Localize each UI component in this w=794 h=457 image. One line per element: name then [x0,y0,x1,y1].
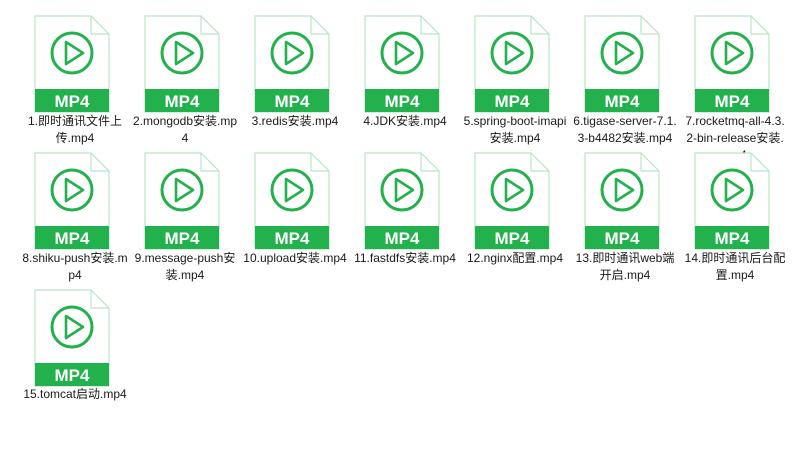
file-item[interactable]: MP4 11.fastdfs安装.mp4 [350,142,460,279]
file-type-label: MP4 [275,229,311,248]
file-item[interactable]: MP4 14.即时通讯后台配置.mp4 [680,142,790,282]
file-item[interactable]: MP4 1.即时通讯文件上传.mp4 [20,5,130,145]
mp4-video-file-icon: MP4 [364,15,440,113]
file-grid: MP4 1.即时通讯文件上传.mp4 MP4 2.mongodb安装.mp4 M… [20,5,790,416]
mp4-video-file-icon: MP4 [474,152,550,250]
file-type-label: MP4 [275,92,311,111]
file-item[interactable]: MP4 7.rocketmq-all-4.3.2-bin-release安装.m… [680,5,790,162]
file-item[interactable]: MP4 15.tomcat启动.mp4 [20,279,130,416]
mp4-video-file-icon: MP4 [584,15,660,113]
mp4-video-file-icon: MP4 [694,152,770,250]
file-type-label: MP4 [715,92,751,111]
file-type-label: MP4 [165,229,201,248]
file-name: 4.JDK安装.mp4 [363,114,447,128]
file-type-label: MP4 [715,229,751,248]
mp4-video-file-icon: MP4 [34,289,110,387]
file-name: 12.nginx配置.mp4 [466,251,564,265]
file-type-label: MP4 [385,229,421,248]
file-item[interactable]: MP4 6.tigase-server-7.1.3-b4482安装.mp4 [570,5,680,145]
file-type-label: MP4 [495,92,531,111]
mp4-video-file-icon: MP4 [34,15,110,113]
file-type-label: MP4 [165,92,201,111]
mp4-video-file-icon: MP4 [254,15,330,113]
mp4-video-file-icon: MP4 [364,152,440,250]
file-item[interactable]: MP4 10.upload安装.mp4 [240,142,350,279]
file-item[interactable]: MP4 4.JDK安装.mp4 [350,5,460,142]
file-item[interactable]: MP4 3.redis安装.mp4 [240,5,350,142]
file-item[interactable]: MP4 9.message-push安装.mp4 [130,142,240,282]
file-type-label: MP4 [495,229,531,248]
mp4-video-file-icon: MP4 [694,15,770,113]
file-item[interactable]: MP4 13.即时通讯web端开启.mp4 [570,142,680,282]
file-item[interactable]: MP4 8.shiku-push安装.mp4 [20,142,130,282]
file-type-label: MP4 [55,229,91,248]
file-name: 14.即时通讯后台配置.mp4 [684,251,786,282]
mp4-video-file-icon: MP4 [144,152,220,250]
file-name: 15.tomcat启动.mp4 [23,387,127,401]
mp4-video-file-icon: MP4 [144,15,220,113]
file-item[interactable]: MP4 2.mongodb安装.mp4 [130,5,240,145]
file-item[interactable]: MP4 12.nginx配置.mp4 [460,142,570,279]
file-type-label: MP4 [605,92,641,111]
file-name: 10.upload安装.mp4 [243,251,347,265]
file-type-label: MP4 [55,92,91,111]
file-name: 11.fastdfs安装.mp4 [354,251,456,265]
file-type-label: MP4 [385,92,421,111]
mp4-video-file-icon: MP4 [584,152,660,250]
mp4-video-file-icon: MP4 [474,15,550,113]
mp4-video-file-icon: MP4 [34,152,110,250]
file-item[interactable]: MP4 5.spring-boot-imapi安装.mp4 [460,5,570,145]
mp4-video-file-icon: MP4 [254,152,330,250]
file-type-label: MP4 [605,229,641,248]
file-name: 3.redis安装.mp4 [251,114,339,128]
file-name: 13.即时通讯web端开启.mp4 [575,251,675,282]
file-name: 9.message-push安装.mp4 [134,251,236,282]
file-type-label: MP4 [55,366,91,385]
